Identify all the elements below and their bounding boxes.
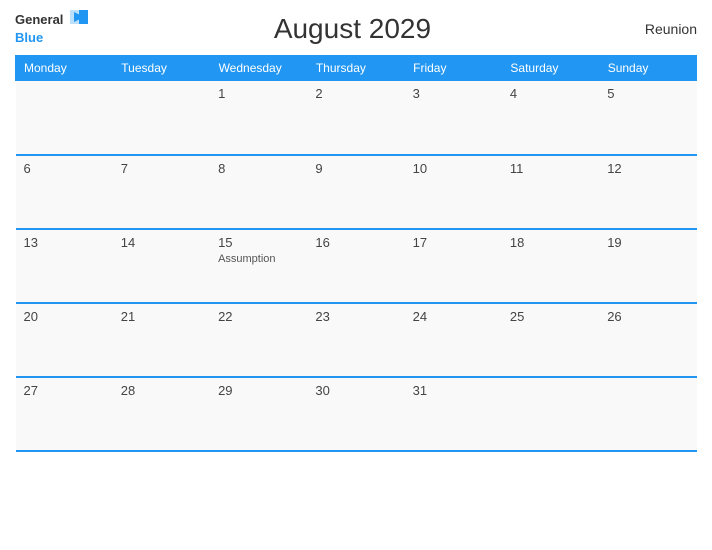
calendar-cell: [16, 81, 113, 155]
calendar-cell: 26: [599, 303, 696, 377]
calendar-cell: 9: [307, 155, 404, 229]
location: Reunion: [617, 21, 697, 37]
calendar-cell: 13: [16, 229, 113, 303]
calendar-cell: 18: [502, 229, 599, 303]
logo-blue: Blue: [15, 30, 43, 45]
weekday-friday: Friday: [405, 56, 502, 81]
day-number: 30: [315, 383, 396, 398]
header: General Blue August 2029 Reunion: [15, 10, 697, 47]
day-number: 26: [607, 309, 688, 324]
logo: General Blue: [15, 10, 88, 47]
day-number: 25: [510, 309, 591, 324]
day-number: 24: [413, 309, 494, 324]
week-row-2: 6 7 8 9 10 11 12: [16, 155, 697, 229]
calendar-cell: 24: [405, 303, 502, 377]
calendar-cell: 5: [599, 81, 696, 155]
calendar-cell: 12: [599, 155, 696, 229]
day-number: 11: [510, 161, 591, 176]
calendar-cell: [502, 377, 599, 451]
day-number: 12: [607, 161, 688, 176]
day-number: 5: [607, 86, 688, 101]
calendar-cell: 19: [599, 229, 696, 303]
weekday-wednesday: Wednesday: [210, 56, 307, 81]
day-number: 19: [607, 235, 688, 250]
calendar-cell: 25: [502, 303, 599, 377]
calendar-cell: 27: [16, 377, 113, 451]
day-event: Assumption: [218, 253, 275, 265]
day-number: 3: [413, 86, 494, 101]
calendar-cell: 23: [307, 303, 404, 377]
calendar-cell: [599, 377, 696, 451]
calendar-cell: 6: [16, 155, 113, 229]
day-number: 10: [413, 161, 494, 176]
day-number: 4: [510, 86, 591, 101]
logo-general: General: [15, 12, 63, 27]
week-row-1: 1 2 3 4 5: [16, 81, 697, 155]
weekday-saturday: Saturday: [502, 56, 599, 81]
logo-flag-icon: [70, 10, 88, 24]
day-number: 18: [510, 235, 591, 250]
logo-text: General Blue: [15, 10, 88, 47]
calendar-cell: 28: [113, 377, 210, 451]
day-number: 15: [218, 235, 299, 250]
week-row-4: 20 21 22 23 24 25 26: [16, 303, 697, 377]
calendar-cell: 4: [502, 81, 599, 155]
day-number: 20: [24, 309, 105, 324]
calendar-cell: 14: [113, 229, 210, 303]
day-number: 7: [121, 161, 202, 176]
calendar: MondayTuesdayWednesdayThursdayFridaySatu…: [15, 55, 697, 452]
day-number: 6: [24, 161, 105, 176]
day-number: 29: [218, 383, 299, 398]
week-row-3: 13 14 15 Assumption 16 17 18 19: [16, 229, 697, 303]
calendar-cell: 30: [307, 377, 404, 451]
calendar-cell: 15 Assumption: [210, 229, 307, 303]
weekday-tuesday: Tuesday: [113, 56, 210, 81]
day-number: 27: [24, 383, 105, 398]
calendar-cell: 16: [307, 229, 404, 303]
calendar-cell: 1: [210, 81, 307, 155]
calendar-cell: 20: [16, 303, 113, 377]
calendar-header: MondayTuesdayWednesdayThursdayFridaySatu…: [16, 56, 697, 81]
weekday-thursday: Thursday: [307, 56, 404, 81]
calendar-cell: 7: [113, 155, 210, 229]
day-number: 13: [24, 235, 105, 250]
week-row-5: 27 28 29 30 31: [16, 377, 697, 451]
weekday-sunday: Sunday: [599, 56, 696, 81]
day-number: 22: [218, 309, 299, 324]
day-number: 16: [315, 235, 396, 250]
calendar-cell: 22: [210, 303, 307, 377]
weekday-monday: Monday: [16, 56, 113, 81]
day-number: 14: [121, 235, 202, 250]
calendar-cell: 3: [405, 81, 502, 155]
day-number: 17: [413, 235, 494, 250]
calendar-cell: 11: [502, 155, 599, 229]
day-number: 8: [218, 161, 299, 176]
calendar-cell: 10: [405, 155, 502, 229]
day-number: 1: [218, 86, 299, 101]
day-number: 31: [413, 383, 494, 398]
day-number: 28: [121, 383, 202, 398]
calendar-cell: 29: [210, 377, 307, 451]
day-number: 23: [315, 309, 396, 324]
calendar-cell: 17: [405, 229, 502, 303]
day-number: 21: [121, 309, 202, 324]
calendar-cell: 2: [307, 81, 404, 155]
calendar-body: 123456789101112131415Assumption161718192…: [16, 81, 697, 451]
month-title: August 2029: [88, 13, 617, 45]
calendar-cell: 31: [405, 377, 502, 451]
weekday-header-row: MondayTuesdayWednesdayThursdayFridaySatu…: [16, 56, 697, 81]
day-number: 2: [315, 86, 396, 101]
calendar-cell: [113, 81, 210, 155]
calendar-cell: 8: [210, 155, 307, 229]
day-number: 9: [315, 161, 396, 176]
calendar-cell: 21: [113, 303, 210, 377]
